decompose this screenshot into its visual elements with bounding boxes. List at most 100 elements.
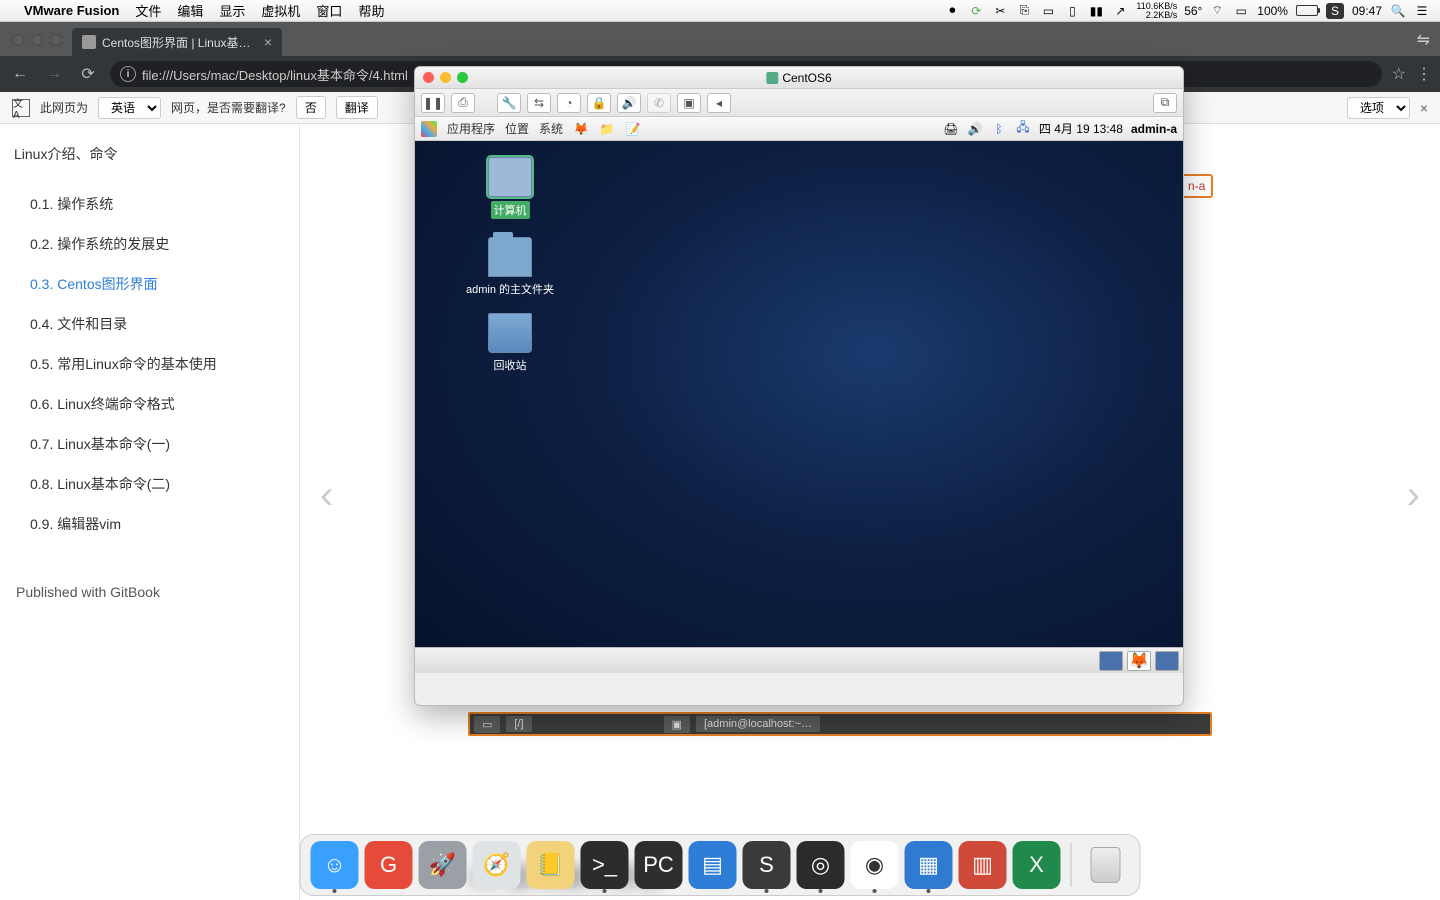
gnome-foot-icon[interactable] xyxy=(421,121,437,137)
gnome-user[interactable]: admin-a xyxy=(1131,122,1177,136)
dock-app-excel[interactable]: X xyxy=(1013,841,1061,889)
nav-reload-icon[interactable]: ⟳ xyxy=(76,64,100,84)
sidebar-item-4[interactable]: 0.5. 常用Linux命令的基本使用 xyxy=(14,344,285,384)
vm-tools-button[interactable]: 🔧 xyxy=(497,93,521,113)
gnome-bluetooth-icon[interactable]: ᛒ xyxy=(991,121,1007,137)
tray-arrow-icon[interactable]: ↗ xyxy=(1112,3,1128,19)
browser-menu-icon[interactable]: ⋮ xyxy=(1416,64,1432,84)
desktop-icon-home[interactable]: admin 的主文件夹 xyxy=(455,237,565,297)
vm-phone-button[interactable]: ✆ xyxy=(647,93,671,113)
translate-yes-button[interactable]: 翻译 xyxy=(336,96,378,119)
dock-app-obs[interactable]: ◎ xyxy=(797,841,845,889)
gnome-notes-icon[interactable]: 📝 xyxy=(625,121,641,137)
vm-disk-button[interactable]: ◔ xyxy=(557,93,581,113)
vm-desktop[interactable]: 计算机 admin 的主文件夹 回收站 🦊 xyxy=(415,141,1183,673)
dock-app-foxit[interactable]: G xyxy=(365,841,413,889)
menu-window[interactable]: 窗口 xyxy=(316,1,342,20)
dock-app-finder[interactable]: ☺ xyxy=(311,841,359,889)
menubar-clock[interactable]: 09:47 xyxy=(1352,4,1382,18)
sidebar-item-6[interactable]: 0.7. Linux基本命令(一) xyxy=(14,424,285,464)
tray-scissors-icon[interactable]: ✂ xyxy=(992,3,1008,19)
vm-pause-button[interactable]: ❚❚ xyxy=(421,93,445,113)
panel-firefox-icon[interactable]: 🦊 xyxy=(1127,651,1151,671)
vm-collapse-button[interactable]: ◂ xyxy=(707,93,731,113)
desktop-icon-computer[interactable]: 计算机 xyxy=(455,157,565,219)
app-name[interactable]: VMware Fusion xyxy=(24,3,119,18)
gnome-menu-system[interactable]: 系统 xyxy=(539,120,563,137)
dock-app-notes[interactable]: 📒 xyxy=(527,841,575,889)
site-info-icon[interactable]: i xyxy=(120,66,136,82)
gnome-volume-icon[interactable]: 🔊 xyxy=(967,121,983,137)
page-next-icon[interactable]: › xyxy=(1407,473,1420,518)
vm-sound-button[interactable]: 🔊 xyxy=(617,93,641,113)
sidebar-item-8[interactable]: 0.9. 编辑器vim xyxy=(14,504,285,544)
dock-app-launchpad[interactable]: 🚀 xyxy=(419,841,467,889)
list-icon[interactable]: ☰ xyxy=(1414,3,1430,19)
vm-window-controls[interactable] xyxy=(423,72,468,83)
tab-close-icon[interactable]: × xyxy=(264,34,272,50)
panel-window-list-icon[interactable] xyxy=(1155,651,1179,671)
gnome-print-icon[interactable]: 🖨 xyxy=(943,121,959,137)
browser-tab[interactable]: Centos图形界面 | Linux基本命… × xyxy=(72,28,282,56)
spotlight-icon[interactable]: 🔍 xyxy=(1390,3,1406,19)
dock-app-chrome[interactable]: ◉ xyxy=(851,841,899,889)
gnome-files-icon[interactable]: 📁 xyxy=(599,121,615,137)
vm-fullscreen-button[interactable]: ⧉ xyxy=(1153,93,1177,113)
dock-app-vmware[interactable]: ▦ xyxy=(905,841,953,889)
gnome-clock[interactable]: 四 4月 19 13:48 xyxy=(1039,120,1123,137)
translate-lang-select[interactable]: 英语 xyxy=(98,97,161,119)
tray-sync-icon[interactable]: ⟳ xyxy=(968,3,984,19)
gnome-network-icon[interactable]: 🖧 xyxy=(1015,121,1031,137)
dock-app-keynote[interactable]: ▤ xyxy=(689,841,737,889)
gnome-top-panel: 应用程序 位置 系统 🦊 📁 📝 🖨 🔊 ᛒ 🖧 四 4月 19 13:48 a… xyxy=(415,117,1183,141)
menu-view[interactable]: 显示 xyxy=(219,1,245,20)
sidebar-item-2[interactable]: 0.3. Centos图形界面 xyxy=(14,264,285,304)
tray-dropbox-icon[interactable]: ⎘ xyxy=(1016,3,1032,19)
gnome-menu-places[interactable]: 位置 xyxy=(505,120,529,137)
battery-icon[interactable] xyxy=(1296,5,1318,16)
menu-vm[interactable]: 虚拟机 xyxy=(261,1,300,20)
tray-bars-icon[interactable]: ▮▮ xyxy=(1088,3,1104,19)
dock-app-vm-app[interactable]: ▥ xyxy=(959,841,1007,889)
display-icon[interactable]: ▭ xyxy=(1233,3,1249,19)
menu-file[interactable]: 文件 xyxy=(135,1,161,20)
dock-app-pycharm[interactable]: PC xyxy=(635,841,683,889)
gnome-firefox-icon[interactable]: 🦊 xyxy=(573,121,589,137)
tray-rec-icon[interactable]: ⏺ xyxy=(944,3,960,19)
translate-suffix: 网页，是否需要翻译? xyxy=(171,99,286,116)
dock-app-terminal[interactable]: >_ xyxy=(581,841,629,889)
bookmark-star-icon[interactable]: ☆ xyxy=(1392,64,1406,84)
gnome-menu-apps[interactable]: 应用程序 xyxy=(447,120,495,137)
sidebar-item-3[interactable]: 0.4. 文件和目录 xyxy=(14,304,285,344)
dock-trash[interactable] xyxy=(1082,841,1130,889)
window-controls[interactable] xyxy=(6,34,72,56)
gitbook-sidebar[interactable]: Linux介绍、命令 0.1. 操作系统0.2. 操作系统的发展史0.3. Ce… xyxy=(0,124,300,900)
dock-app-sublime[interactable]: S xyxy=(743,841,791,889)
vm-usb-button[interactable]: ▣ xyxy=(677,93,701,113)
translate-close-icon[interactable]: × xyxy=(1420,100,1428,116)
desktop-icon-trash[interactable]: 回收站 xyxy=(455,313,565,373)
page-prev-icon[interactable]: ‹ xyxy=(320,473,333,518)
menu-edit[interactable]: 编辑 xyxy=(177,1,203,20)
tab-favicon-icon xyxy=(82,35,96,49)
translate-options-select[interactable]: 选项 xyxy=(1347,97,1410,119)
behind-task-path: [/] xyxy=(506,716,531,732)
sidebar-item-5[interactable]: 0.6. Linux终端命令格式 xyxy=(14,384,285,424)
nav-back-icon[interactable]: ← xyxy=(8,65,32,83)
vm-titlebar[interactable]: CentOS6 xyxy=(415,67,1183,89)
translate-no-button[interactable]: 否 xyxy=(296,96,326,119)
vm-lock-button[interactable]: 🔒 xyxy=(587,93,611,113)
menu-help[interactable]: 帮助 xyxy=(358,1,384,20)
tray-app-icon[interactable]: ▭ xyxy=(1040,3,1056,19)
tray-s-icon[interactable]: S xyxy=(1326,3,1344,19)
sidebar-item-7[interactable]: 0.8. Linux基本命令(二) xyxy=(14,464,285,504)
workspace-1[interactable] xyxy=(1099,651,1123,671)
sidebar-item-0[interactable]: 0.1. 操作系统 xyxy=(14,184,285,224)
tray-app2-icon[interactable]: ▯ xyxy=(1064,3,1080,19)
account-icon[interactable]: ⇋ xyxy=(1417,30,1430,50)
wifi-icon[interactable]: ⌔ xyxy=(1209,3,1225,19)
vm-snapshot-button[interactable]: ⎙ xyxy=(451,93,475,113)
sidebar-item-1[interactable]: 0.2. 操作系统的发展史 xyxy=(14,224,285,264)
dock-app-safari[interactable]: 🧭 xyxy=(473,841,521,889)
vm-network-button[interactable]: ⇆ xyxy=(527,93,551,113)
